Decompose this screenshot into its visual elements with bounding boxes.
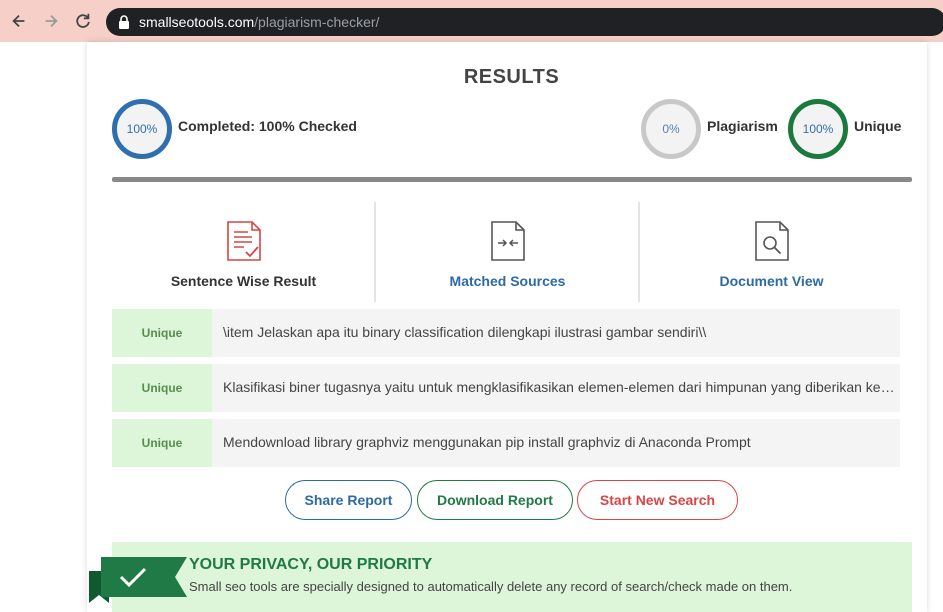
plagiarism-circle: 0% (641, 99, 701, 159)
tab-document-view[interactable]: Document View (640, 202, 903, 302)
tab-label: Matched Sources (449, 273, 566, 289)
sentence-row: Unique Mendownload library graphviz meng… (112, 419, 900, 467)
tab-sentence-wise-result[interactable]: Sentence Wise Result (112, 202, 375, 302)
unique-badge: Unique (112, 309, 212, 357)
forward-icon[interactable] (41, 11, 61, 31)
back-icon[interactable] (9, 11, 29, 31)
report-check-icon (226, 221, 261, 261)
sentence-text: Klasifikasi biner tugasnya yaitu untuk m… (223, 379, 895, 395)
lock-icon (119, 15, 129, 29)
url-path: /plagiarism-checker/ (254, 14, 380, 30)
result-tabs: Sentence Wise Result Matched Sources Doc… (112, 202, 902, 302)
privacy-title: YOUR PRIVACY, OUR PRIORITY (189, 556, 433, 573)
browser-toolbar: smallseotools.com/plagiarism-checker/ (0, 0, 943, 42)
download-report-button[interactable]: Download Report (417, 480, 573, 520)
start-new-search-button[interactable]: Start New Search (577, 480, 738, 520)
document-compare-icon (490, 221, 525, 261)
unique-circle: 100% (788, 99, 848, 159)
sentence-text: Mendownload library graphviz menggunakan… (223, 434, 751, 450)
tab-matched-sources[interactable]: Matched Sources (376, 202, 639, 302)
unique-badge: Unique (112, 419, 212, 467)
sentence-row: Unique Klasifikasi biner tugasnya yaitu … (112, 364, 900, 412)
privacy-text: Small seo tools are specially designed t… (189, 579, 793, 594)
unique-label: Unique (854, 118, 902, 134)
reload-icon[interactable] (73, 11, 93, 31)
completed-label: Completed: 100% Checked (178, 118, 357, 134)
url-text: smallseotools.com/plagiarism-checker/ (139, 14, 379, 30)
sentence-text: \item Jelaskan apa itu binary classifica… (223, 324, 707, 340)
plagiarism-label: Plagiarism (707, 118, 778, 134)
tab-label: Document View (719, 273, 824, 289)
results-title: RESULTS (463, 66, 560, 88)
check-ribbon-icon (89, 557, 187, 603)
tab-label: Sentence Wise Result (170, 273, 317, 289)
privacy-banner (112, 542, 912, 612)
progress-bar (112, 177, 912, 182)
unique-badge: Unique (112, 364, 212, 412)
document-search-icon (754, 221, 789, 261)
sentence-row: Unique \item Jelaskan apa itu binary cla… (112, 309, 900, 357)
completed-circle: 100% (112, 99, 172, 159)
share-report-button[interactable]: Share Report (285, 480, 412, 520)
address-bar[interactable]: smallseotools.com/plagiarism-checker/ (106, 8, 943, 36)
url-domain: smallseotools.com (139, 14, 255, 30)
